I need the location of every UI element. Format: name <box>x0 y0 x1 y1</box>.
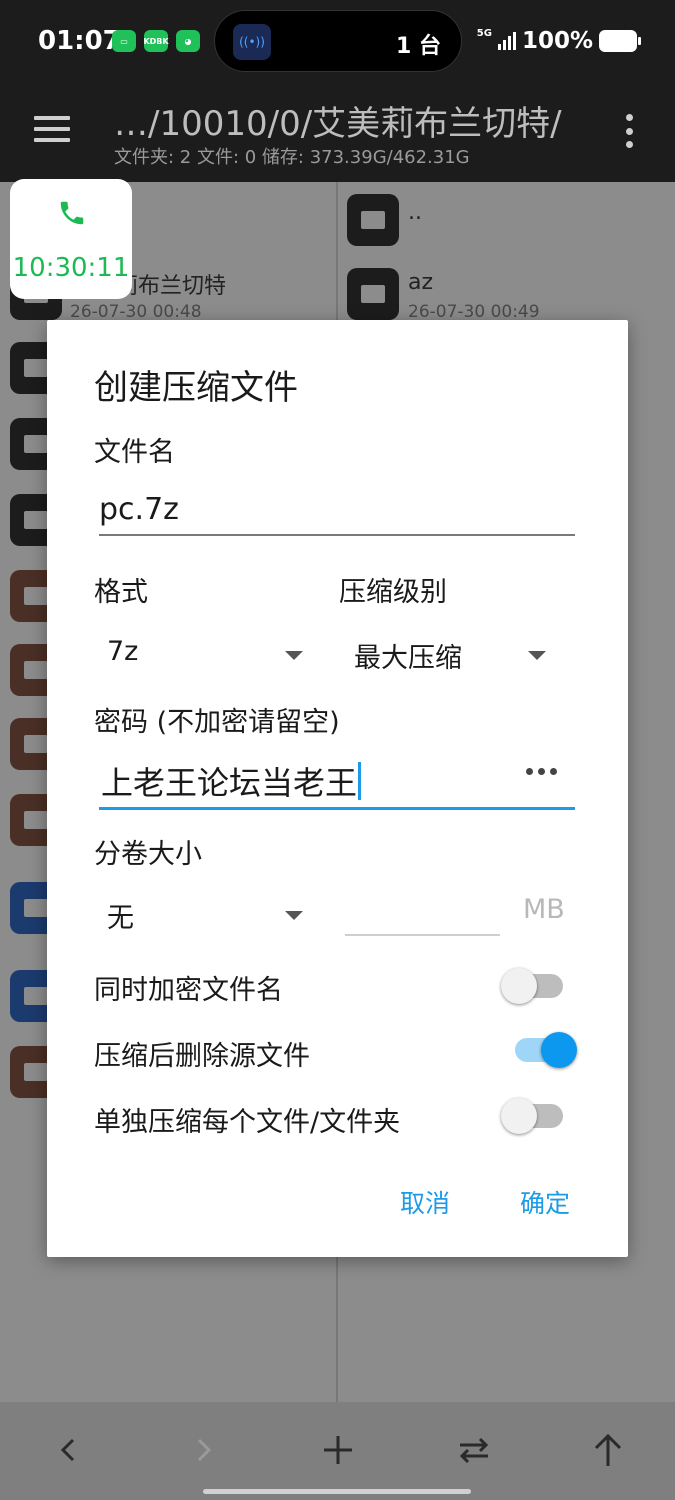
file-date: 26-07-30 00:49 <box>408 302 540 322</box>
compress-separately-label: 单独压缩每个文件/文件夹 <box>94 1107 401 1138</box>
phone-icon <box>60 201 84 225</box>
parent-folder-icon[interactable] <box>347 194 399 246</box>
filename-label: 文件名 <box>94 437 175 468</box>
wechat-icon: ◕ <box>176 30 200 52</box>
island-text: 1 台 <box>396 34 441 59</box>
encrypt-filenames-switch[interactable] <box>501 964 567 1008</box>
more-options-icon[interactable] <box>624 114 634 148</box>
chat-app-icon: ▭ <box>112 30 136 52</box>
battery-icon <box>599 30 641 52</box>
home-indicator[interactable] <box>203 1489 471 1494</box>
folder-icon[interactable] <box>347 268 399 320</box>
encrypt-filenames-label: 同时加密文件名 <box>94 975 283 1006</box>
format-value: 7z <box>107 636 139 667</box>
volume-size-value: 无 <box>107 903 134 934</box>
volume-unit: MB <box>523 894 565 925</box>
path-title: …/10010/0/艾美莉布兰切特/ <box>114 104 562 144</box>
compress-separately-switch[interactable] <box>501 1094 567 1138</box>
more-icon[interactable] <box>526 768 557 775</box>
file-date: 26-07-30 00:48 <box>70 302 202 322</box>
status-app-icons: ▭ KDBK ◕ <box>112 30 200 52</box>
network-type: 5G <box>476 27 492 39</box>
chevron-down-icon <box>528 651 546 660</box>
ok-button[interactable]: 确定 <box>520 1184 570 1220</box>
delete-source-label: 压缩后删除源文件 <box>94 1041 310 1072</box>
top-bar: 01:07 ▭ KDBK ◕ ((•)) 1 台 5G 100% …/10010… <box>0 0 675 182</box>
volume-size-label: 分卷大小 <box>94 839 202 870</box>
menu-icon[interactable] <box>34 116 70 142</box>
chevron-down-icon <box>285 911 303 920</box>
up-arrow-icon[interactable] <box>586 1428 630 1472</box>
format-select[interactable]: 7z <box>107 636 307 676</box>
call-bubble[interactable]: 10:30:11 <box>10 179 132 299</box>
status-right: 5G 100% <box>476 27 641 54</box>
call-duration: 10:30:11 <box>12 253 130 283</box>
back-icon[interactable] <box>46 1428 90 1472</box>
swap-icon[interactable] <box>452 1428 496 1472</box>
format-label: 格式 <box>94 577 148 608</box>
compression-level-label: 压缩级别 <box>339 577 447 608</box>
compression-level-select[interactable]: 最大压缩 <box>354 636 554 676</box>
file-name[interactable]: 莉布兰切特 <box>116 268 226 300</box>
status-time: 01:07 <box>38 26 121 56</box>
signal-icon <box>497 32 516 50</box>
filename-input[interactable]: pc.7z <box>99 492 575 536</box>
password-input[interactable]: 上老王论坛当老王 <box>99 758 575 810</box>
kdbk-icon: KDBK <box>143 30 169 52</box>
create-archive-dialog: 创建压缩文件 文件名 pc.7z 格式 压缩级别 7z 最大压缩 密码 (不加密… <box>47 320 628 1257</box>
broadcast-icon: ((•)) <box>233 24 271 60</box>
path-stats: 文件夹: 2 文件: 0 储存: 373.39G/462.31G <box>114 147 470 168</box>
battery-level: 100% <box>521 28 593 54</box>
compression-level-value: 最大压缩 <box>354 643 462 674</box>
dynamic-island[interactable]: ((•)) 1 台 <box>214 10 462 72</box>
chevron-down-icon <box>285 651 303 660</box>
volume-size-select[interactable]: 无 <box>107 896 307 936</box>
dialog-title: 创建压缩文件 <box>94 368 298 408</box>
file-name[interactable]: .. <box>408 200 422 225</box>
delete-source-switch[interactable] <box>515 1028 577 1072</box>
add-icon[interactable] <box>316 1428 360 1472</box>
volume-size-input[interactable] <box>345 888 500 936</box>
password-label: 密码 (不加密请留空) <box>94 707 340 738</box>
password-text: 上老王论坛当老王 <box>101 758 362 804</box>
file-name[interactable]: az <box>408 270 433 295</box>
cancel-button[interactable]: 取消 <box>400 1184 450 1220</box>
forward-icon[interactable] <box>182 1428 226 1472</box>
bottom-toolbar <box>0 1402 675 1500</box>
